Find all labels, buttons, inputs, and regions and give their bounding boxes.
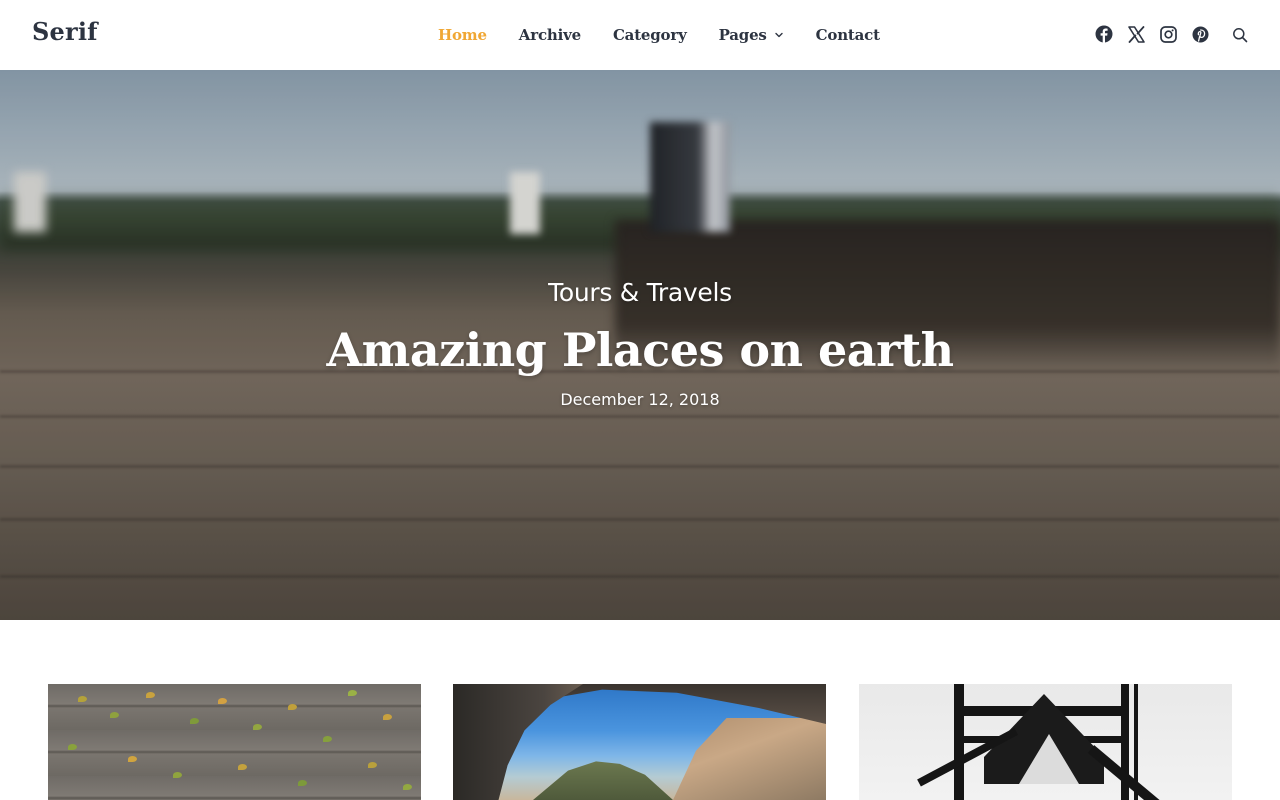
nav-item-home[interactable]: Home bbox=[438, 26, 487, 44]
leaf-decoration bbox=[253, 724, 262, 730]
pinterest-icon[interactable] bbox=[1191, 25, 1209, 43]
hero-title[interactable]: Amazing Places on earth bbox=[0, 323, 1280, 377]
leaf-decoration bbox=[173, 772, 182, 778]
leaf-decoration bbox=[238, 764, 247, 770]
leaf-decoration bbox=[348, 690, 357, 696]
chevron-down-icon bbox=[774, 32, 783, 38]
post-card-image[interactable] bbox=[859, 684, 1232, 800]
search-icon[interactable] bbox=[1232, 27, 1248, 43]
site-logo[interactable]: Serif bbox=[32, 17, 98, 46]
leaf-decoration bbox=[78, 696, 87, 702]
leaf-decoration bbox=[146, 692, 155, 698]
leaf-decoration bbox=[128, 756, 137, 762]
nav-item-archive[interactable]: Archive bbox=[519, 26, 581, 44]
leaf-decoration bbox=[323, 736, 332, 742]
facebook-icon[interactable] bbox=[1095, 25, 1113, 43]
nav-item-pages[interactable]: Pages bbox=[719, 26, 784, 44]
leaf-decoration bbox=[403, 784, 412, 790]
leaf-decoration bbox=[368, 762, 377, 768]
site-header: Serif Home Archive Category Pages Contac… bbox=[0, 0, 1280, 70]
hero-category[interactable]: Tours & Travels bbox=[0, 278, 1280, 307]
nav-item-category[interactable]: Category bbox=[613, 26, 687, 44]
post-grid bbox=[0, 684, 1280, 800]
hero-text-block: Tours & Travels Amazing Places on earth … bbox=[0, 70, 1280, 620]
nav-item-contact[interactable]: Contact bbox=[816, 26, 880, 44]
leaf-decoration bbox=[298, 780, 307, 786]
leaf-decoration bbox=[68, 744, 77, 750]
post-card-image[interactable] bbox=[453, 684, 826, 800]
wooden-planks-image bbox=[48, 684, 421, 800]
hero-date: December 12, 2018 bbox=[560, 390, 720, 409]
nav-item-pages-label: Pages bbox=[718, 26, 767, 44]
social-links bbox=[1095, 25, 1223, 43]
leaf-decoration bbox=[190, 718, 199, 724]
post-card-image[interactable] bbox=[48, 684, 421, 800]
x-twitter-icon[interactable] bbox=[1127, 25, 1145, 43]
leaf-decoration bbox=[218, 698, 227, 704]
main-nav: Home Archive Category Pages Contact bbox=[438, 0, 912, 70]
instagram-icon[interactable] bbox=[1159, 25, 1177, 43]
leaf-decoration bbox=[383, 714, 392, 720]
leaf-decoration bbox=[288, 704, 297, 710]
hero-featured-post[interactable]: Tours & Travels Amazing Places on earth … bbox=[0, 70, 1280, 620]
leaf-decoration bbox=[110, 712, 119, 718]
